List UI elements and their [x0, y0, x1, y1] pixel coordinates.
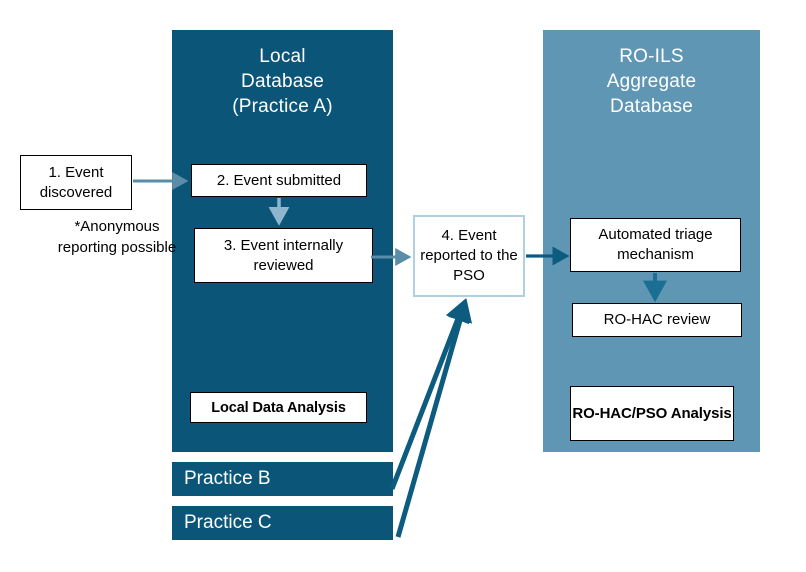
- box-local-data-analysis-label: Local Data Analysis: [211, 399, 346, 416]
- box-rohac-pso-analysis-label: RO-HAC/PSO Analysis: [572, 404, 732, 422]
- practice-b-bar[interactable]: Practice B: [172, 462, 393, 496]
- box-event-submitted-label: 2. Event submitted: [216, 171, 342, 189]
- box-event-submitted[interactable]: 2. Event submitted: [191, 164, 367, 197]
- local-database-title-line-1: Local: [259, 46, 306, 67]
- diagram-canvas: Local Database (Practice A) RO-ILS Aggre…: [0, 0, 806, 572]
- box-automated-triage-label: Automated triage mechanism: [598, 226, 713, 263]
- aggregate-database-title-line-1: RO-ILS: [619, 46, 684, 67]
- note-anonymous-reporting-text: *Anonymous reporting possible: [57, 218, 177, 256]
- aggregate-database-title-line-3: Database: [610, 96, 693, 117]
- box-event-internally-reviewed[interactable]: 3. Event internally reviewed: [194, 228, 373, 283]
- practice-c-bar[interactable]: Practice C: [172, 506, 393, 540]
- box-event-discovered[interactable]: 1. Event discovered: [20, 155, 132, 210]
- arrow-practice-c-to-pso: [395, 298, 473, 538]
- practice-b-label: Practice B: [184, 468, 271, 489]
- box-event-discovered-label: 1. Event discovered: [39, 163, 113, 201]
- box-local-data-analysis[interactable]: Local Data Analysis: [190, 392, 367, 423]
- box-rohac-pso-analysis[interactable]: RO-HAC/PSO Analysis: [570, 386, 734, 441]
- arrow-practice-b-to-pso: [389, 298, 470, 490]
- box-event-internally-reviewed-label: 3. Event internally reviewed: [223, 236, 344, 274]
- aggregate-database-title-line-2: Aggregate: [606, 71, 697, 92]
- box-event-reported-to-pso[interactable]: 4. Event reported to the PSO: [413, 215, 525, 297]
- box-rohac-review-label: RO-HAC review: [603, 311, 711, 328]
- note-anonymous-reporting: *Anonymous reporting possible: [47, 216, 187, 258]
- local-database-title-line-2: Database: [241, 71, 324, 92]
- box-event-reported-to-pso-label: 4. Event reported to the PSO: [420, 227, 518, 284]
- practice-c-label: Practice C: [184, 512, 272, 533]
- box-rohac-review[interactable]: RO-HAC review: [572, 303, 742, 337]
- box-automated-triage[interactable]: Automated triage mechanism: [570, 218, 741, 272]
- local-database-title-line-3: (Practice A): [232, 96, 333, 117]
